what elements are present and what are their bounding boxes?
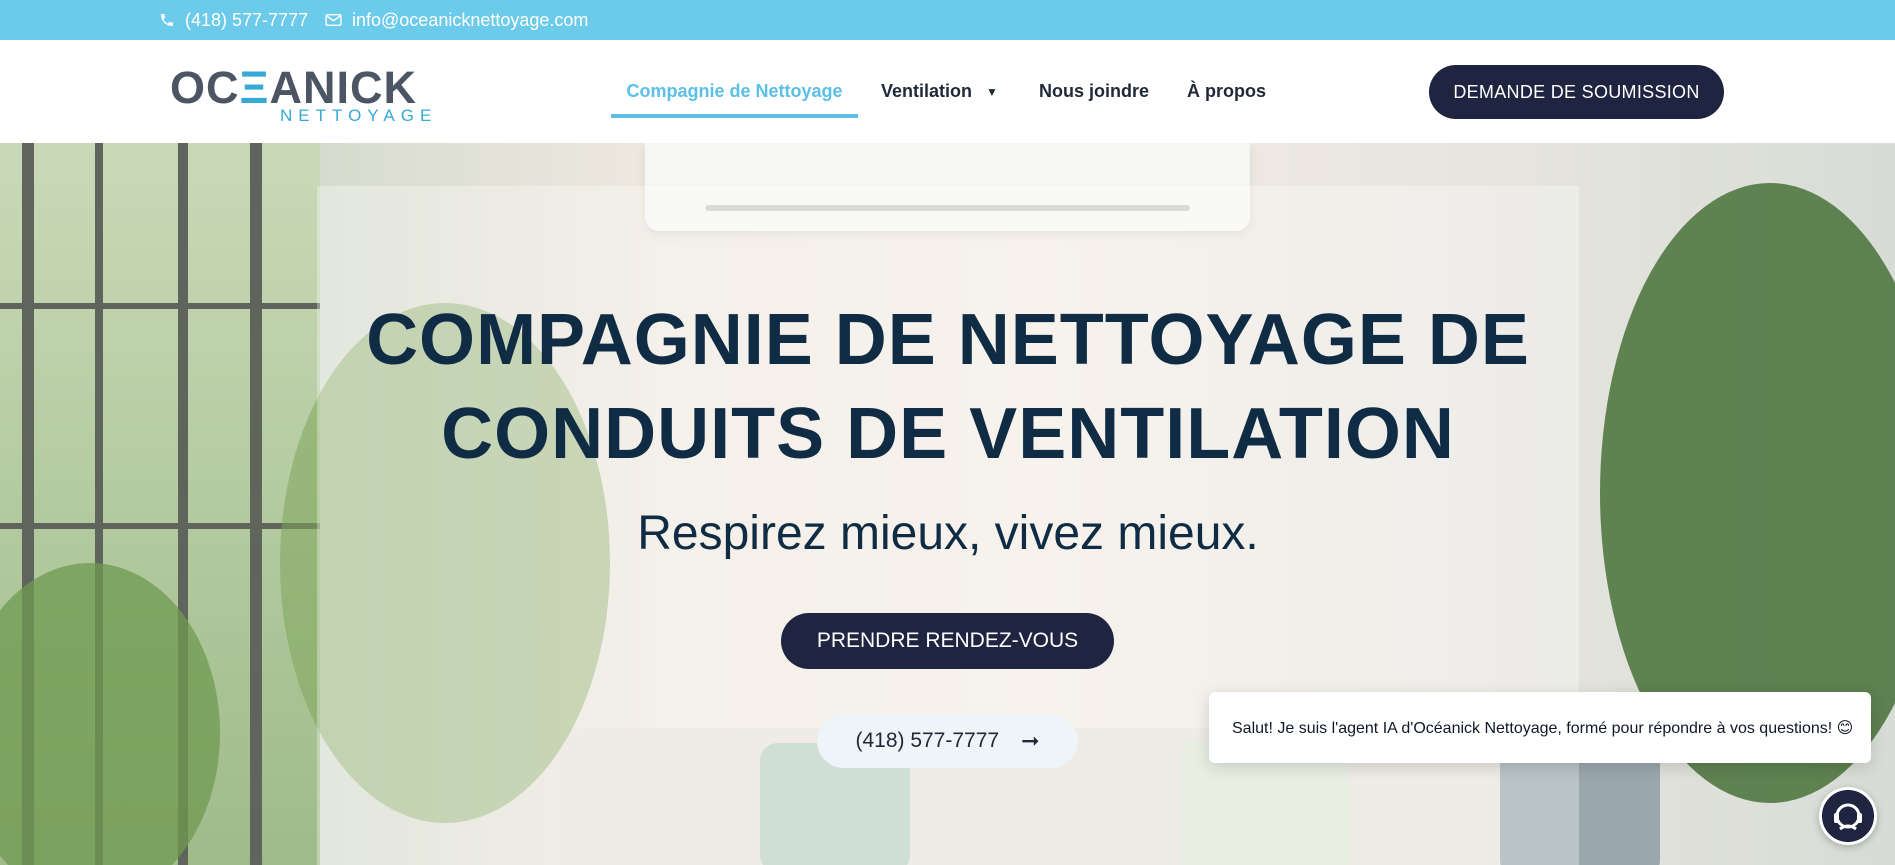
book-appointment-button[interactable]: PRENDRE RENDEZ-VOUS: [781, 613, 1114, 669]
hero-subtitle: Respirez mieux, vivez mieux.: [637, 507, 1259, 560]
phone-icon: [161, 14, 173, 26]
topbar-email-text: info@oceanicknettoyage.com: [352, 9, 589, 30]
envelope-icon: [325, 13, 342, 27]
caret-down-icon: ▼: [986, 84, 998, 99]
chat-greeting-bubble[interactable]: Salut! Je suis l'agent IA d'Océanick Net…: [1209, 692, 1871, 763]
nav-item-label: À propos: [1187, 81, 1266, 101]
nav-item-label: Nous joindre: [1039, 81, 1150, 101]
site-header: OCΞANICK NETTOYAGE Compagnie de Nettoyag…: [0, 40, 1895, 143]
nav-item-label: Ventilation: [881, 81, 973, 101]
nav-item-ventilation[interactable]: Ventilation ▼: [881, 40, 998, 143]
nav-item-label: Compagnie de Nettoyage: [626, 81, 843, 101]
chat-greeting-text: Salut! Je suis l'agent IA d'Océanick Net…: [1232, 719, 1854, 737]
logo-tagline: NETTOYAGE: [280, 106, 438, 125]
topbar-phone-text: (418) 577-7777: [185, 9, 309, 30]
topbar-email-link[interactable]: info@oceanicknettoyage.com: [325, 0, 588, 40]
site-logo[interactable]: OCΞANICK NETTOYAGE: [170, 62, 431, 125]
nav-item-nous-joindre[interactable]: Nous joindre: [1039, 40, 1149, 143]
quote-request-button[interactable]: DEMANDE DE SOUMISSION: [1429, 65, 1724, 119]
arrow-right-icon: ➞: [1021, 728, 1040, 753]
topbar-phone-link[interactable]: (418) 577-7777: [159, 0, 308, 40]
nav-item-a-propos[interactable]: À propos: [1187, 40, 1266, 143]
top-contact-bar: (418) 577-7777 info@oceanicknettoyage.co…: [0, 0, 1895, 40]
call-phone-label: (418) 577-7777: [855, 729, 1000, 752]
call-phone-button[interactable]: (418) 577-7777 ➞: [817, 714, 1078, 768]
nav-item-compagnie-de-nettoyage[interactable]: Compagnie de Nettoyage: [611, 40, 858, 143]
active-nav-underline: [611, 114, 858, 118]
headset-agent-icon: [1834, 803, 1862, 831]
chat-open-button[interactable]: [1819, 787, 1877, 845]
hero-title: COMPAGNIE DE NETTOYAGE DE CONDUITS DE VE…: [366, 300, 1530, 474]
